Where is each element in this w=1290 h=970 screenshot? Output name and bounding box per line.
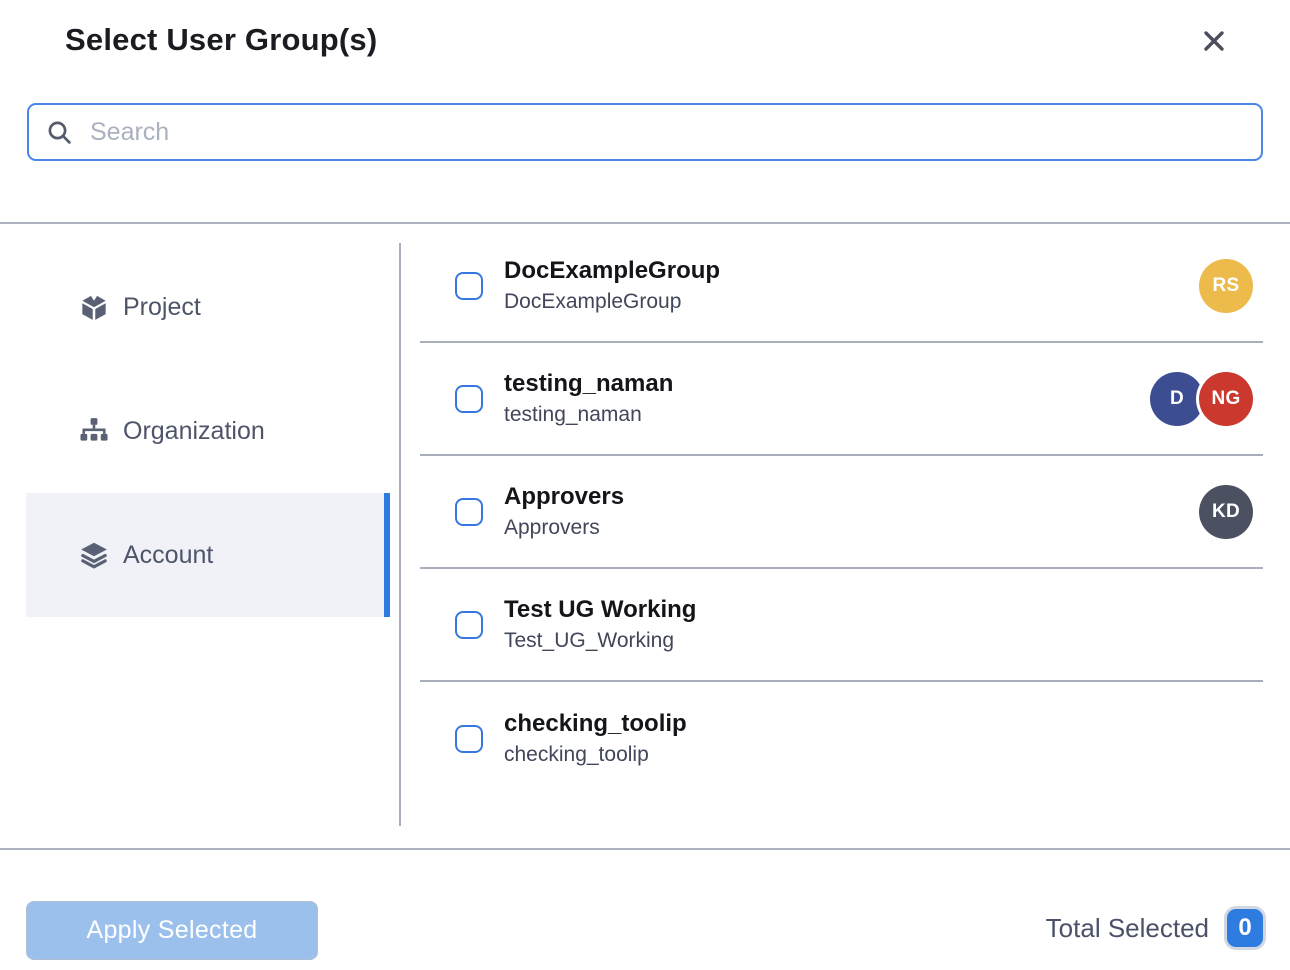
total-selected: Total Selected 0: [1046, 909, 1263, 947]
member-avatars: DNG: [1150, 372, 1253, 426]
avatar: RS: [1199, 259, 1253, 313]
user-group-row: testing_naman testing_naman DNG: [420, 343, 1263, 456]
group-subtitle: testing_naman: [504, 403, 673, 427]
user-group-row: DocExampleGroup DocExampleGroup RS: [420, 230, 1263, 343]
tab-label: Project: [123, 293, 201, 322]
layers-icon: [80, 541, 108, 569]
group-checkbox[interactable]: [455, 725, 483, 753]
dialog-title: Select User Group(s): [65, 22, 377, 58]
group-name: checking_toolip: [504, 710, 687, 738]
apply-selected-button[interactable]: Apply Selected: [26, 901, 318, 960]
select-user-groups-dialog: Select User Group(s) Project Organization…: [0, 0, 1290, 970]
group-text: Approvers Approvers: [504, 483, 624, 540]
user-group-row: Test UG Working Test_UG_Working: [420, 569, 1263, 682]
dialog-footer: Apply Selected Total Selected 0: [0, 850, 1290, 970]
close-button[interactable]: [1197, 26, 1231, 60]
group-subtitle: checking_toolip: [504, 743, 687, 767]
group-checkbox[interactable]: [455, 272, 483, 300]
total-selected-label: Total Selected: [1046, 913, 1209, 944]
group-subtitle: Approvers: [504, 516, 624, 540]
user-group-row: Approvers Approvers KD: [420, 456, 1263, 569]
group-checkbox[interactable]: [455, 611, 483, 639]
member-avatars: RS: [1199, 259, 1253, 313]
group-text: Test UG Working Test_UG_Working: [504, 596, 696, 653]
group-checkbox[interactable]: [455, 385, 483, 413]
group-text: checking_toolip checking_toolip: [504, 710, 687, 767]
user-group-row: checking_toolip checking_toolip: [420, 682, 1263, 795]
tab-label: Organization: [123, 417, 265, 446]
total-selected-count-badge: 0: [1227, 909, 1263, 947]
member-avatars: KD: [1199, 485, 1253, 539]
org-chart-icon: [80, 417, 108, 445]
avatar: D: [1150, 372, 1204, 426]
scope-tabs-panel: Project Organization Account: [0, 224, 401, 848]
search-box: [27, 103, 1263, 161]
tab-project[interactable]: Project: [26, 245, 390, 369]
group-subtitle: Test_UG_Working: [504, 629, 696, 653]
search-icon: [46, 119, 73, 146]
group-subtitle: DocExampleGroup: [504, 290, 720, 314]
search-input[interactable]: [88, 117, 1244, 148]
dialog-header: Select User Group(s): [0, 0, 1290, 103]
group-text: testing_naman testing_naman: [504, 370, 673, 427]
dialog-content: Project Organization Account DocExampleGro…: [0, 224, 1290, 848]
tab-label: Account: [123, 541, 213, 570]
group-text: DocExampleGroup DocExampleGroup: [504, 257, 720, 314]
user-group-list: DocExampleGroup DocExampleGroup RS testing_…: [420, 224, 1290, 848]
group-name: testing_naman: [504, 370, 673, 398]
vertical-divider: [399, 243, 401, 826]
avatar: KD: [1199, 485, 1253, 539]
tab-account[interactable]: Account: [26, 493, 390, 617]
tab-organization[interactable]: Organization: [26, 369, 390, 493]
group-checkbox[interactable]: [455, 498, 483, 526]
group-name: Test UG Working: [504, 596, 696, 624]
cube-icon: [80, 293, 108, 321]
group-name: DocExampleGroup: [504, 257, 720, 285]
avatar: NG: [1199, 372, 1253, 426]
close-icon: [1199, 26, 1229, 61]
group-name: Approvers: [504, 483, 624, 511]
